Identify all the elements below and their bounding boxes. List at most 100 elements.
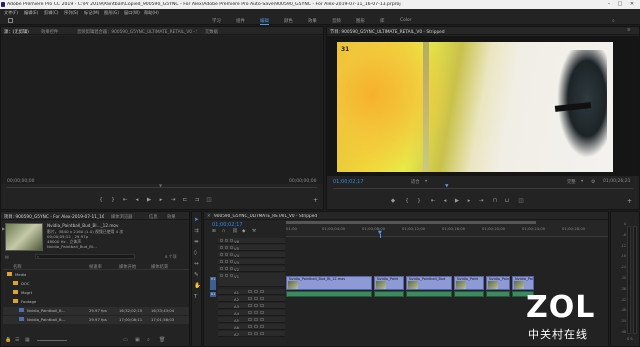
workspace-effects[interactable]: 效果 [308,18,317,24]
new-bin-icon[interactable]: ▭ [123,337,128,343]
track-header-video[interactable]: V2 [218,266,285,272]
eye-icon[interactable] [230,253,233,256]
trash-icon[interactable]: 🗑 [159,337,165,343]
track-header-audio[interactable]: A2 [218,296,285,302]
sync-icon[interactable] [225,239,228,242]
program-fit-dropdown[interactable]: 适合 [411,179,420,185]
tab-source[interactable]: 源：(无剪辑) [4,29,29,35]
step-back-icon[interactable]: ◂ [133,197,141,203]
workspace-libraries[interactable]: 库 [380,18,384,24]
search-icon[interactable]: ⌕ [612,18,615,24]
program-quality-dropdown[interactable]: 完整 [567,179,576,185]
eye-icon[interactable] [230,267,233,270]
lock-icon[interactable] [220,267,223,270]
lock-icon[interactable] [220,239,223,242]
list-view-icon[interactable]: ☰ [15,337,19,343]
mic-icon[interactable] [260,304,264,307]
video-clip[interactable]: Nvidia_Paintball_Bud [406,276,452,290]
play-icon[interactable]: ▶ [453,198,461,204]
type-tool-icon[interactable]: T [194,294,197,300]
mark-in-icon[interactable]: { [97,197,105,203]
program-add-button-icon[interactable]: + [627,198,632,205]
insert-icon[interactable]: ⊏ [181,197,189,203]
step-forward-icon[interactable]: ▸ [157,197,165,203]
solo-icon[interactable] [254,325,258,328]
mute-icon[interactable] [248,318,252,321]
marker-icon[interactable]: ◆ [389,198,397,204]
audio-clip[interactable] [374,291,404,297]
nest-icon[interactable]: ⊞ [212,229,216,234]
go-to-out-icon[interactable]: ⇥ [477,198,485,204]
solo-icon[interactable] [254,311,258,314]
extract-icon[interactable]: ⊔ [503,198,511,204]
tab-metadata[interactable]: 元数据 [205,29,218,35]
slip-tool-icon[interactable]: ↔ [194,261,199,267]
mic-icon[interactable] [260,290,264,293]
lock-icon[interactable] [220,274,223,277]
track-header-audio[interactable]: A5 [218,317,285,323]
mute-icon[interactable] [248,304,252,307]
lock-icon[interactable] [220,253,223,256]
chevron-down-icon[interactable]: ▾ [425,179,427,184]
eye-icon[interactable] [230,274,233,277]
export-frame-icon[interactable]: ◫ [205,197,213,203]
solo-icon[interactable] [254,304,258,307]
mark-in-icon[interactable]: { [403,198,411,204]
tab-media-browser[interactable]: 媒体浏览器 [111,214,132,220]
lift-icon[interactable]: ⊓ [491,198,499,204]
track-header-audio[interactable]: A4 [218,310,285,316]
step-forward-icon[interactable]: ▸ [465,198,473,204]
icon-view-icon[interactable]: ▦ [25,337,30,343]
tab-effects[interactable]: 效果 [167,214,176,220]
source-patch-v1[interactable]: V1 [210,277,216,290]
tab-effect-controls[interactable]: 效果控件 [41,29,58,35]
solo-icon[interactable] [254,290,258,293]
selection-tool-icon[interactable]: ➤ [194,217,199,223]
sync-icon[interactable] [225,274,228,277]
tab-project[interactable]: 项目: 900590_G5YNC - For Alex-2019-07-11_1… [4,214,104,220]
maximize-button[interactable]: □ [615,1,625,8]
play-icon[interactable]: ▶ [145,197,153,203]
linked-selection-icon[interactable]: ⛓ [232,229,238,234]
tab-program[interactable]: 节目: 900590_G5YNC_ULTIMATE_RETAIL_V0 - St… [330,29,530,35]
list-item[interactable]: Mogrt [3,289,189,297]
track-header-audio[interactable]: A6 [218,324,285,330]
pen-tool-icon[interactable]: ✎ [194,272,199,278]
close-icon[interactable]: ✕ [207,214,211,219]
mute-icon[interactable] [248,297,252,300]
source-playhead-marker[interactable]: ▼ [159,183,162,188]
mute-icon[interactable] [248,332,252,335]
track-header-audio[interactable]: A7 [218,331,285,337]
mute-icon[interactable] [248,290,252,293]
workspace-graphics[interactable]: 图形 [356,18,365,24]
mic-icon[interactable] [260,297,264,300]
program-viewer[interactable]: 31 [327,36,639,176]
play-icon[interactable]: ▶ [2,226,5,231]
eye-icon[interactable] [230,260,233,263]
add-marker-icon[interactable]: ◆ [242,229,245,234]
list-item[interactable]: Footage [3,298,189,306]
solo-icon[interactable] [254,318,258,321]
wrench-icon[interactable]: ⚙ [591,179,595,185]
camera-icon[interactable]: ◫ [517,198,525,204]
track-header-video[interactable]: V5 [218,245,285,251]
list-item[interactable]: Media [3,271,189,279]
track-header-audio[interactable]: A3 [218,303,285,309]
workspace-color[interactable]: 颜色 [284,18,293,24]
close-button[interactable]: ✕ [627,1,637,8]
video-clip[interactable]: Nvidia_Paintball_Bud_Bl_12.mov [286,276,372,290]
razor-tool-icon[interactable]: ◊ [194,250,197,256]
tab-sequence[interactable]: 900590_G5YNC_ULTIMATE_RETAIL_V0 - Stripp… [214,214,374,219]
column-media-end[interactable]: 媒体结束 [151,264,168,270]
minimize-button[interactable]: – [604,1,614,8]
track-header-video[interactable]: V3 [218,259,285,265]
source-patch-a1[interactable]: A1 [210,292,216,297]
tab-info[interactable]: 信息 [149,214,158,220]
mark-out-icon[interactable]: } [109,197,117,203]
audio-clip[interactable] [286,291,372,297]
mic-icon[interactable] [260,318,264,321]
lock-icon[interactable] [220,260,223,263]
search-icon[interactable]: ⌕ [147,337,150,343]
wrench-icon[interactable]: ⚒ [252,229,256,234]
track-header-video[interactable]: V6 [218,238,285,244]
